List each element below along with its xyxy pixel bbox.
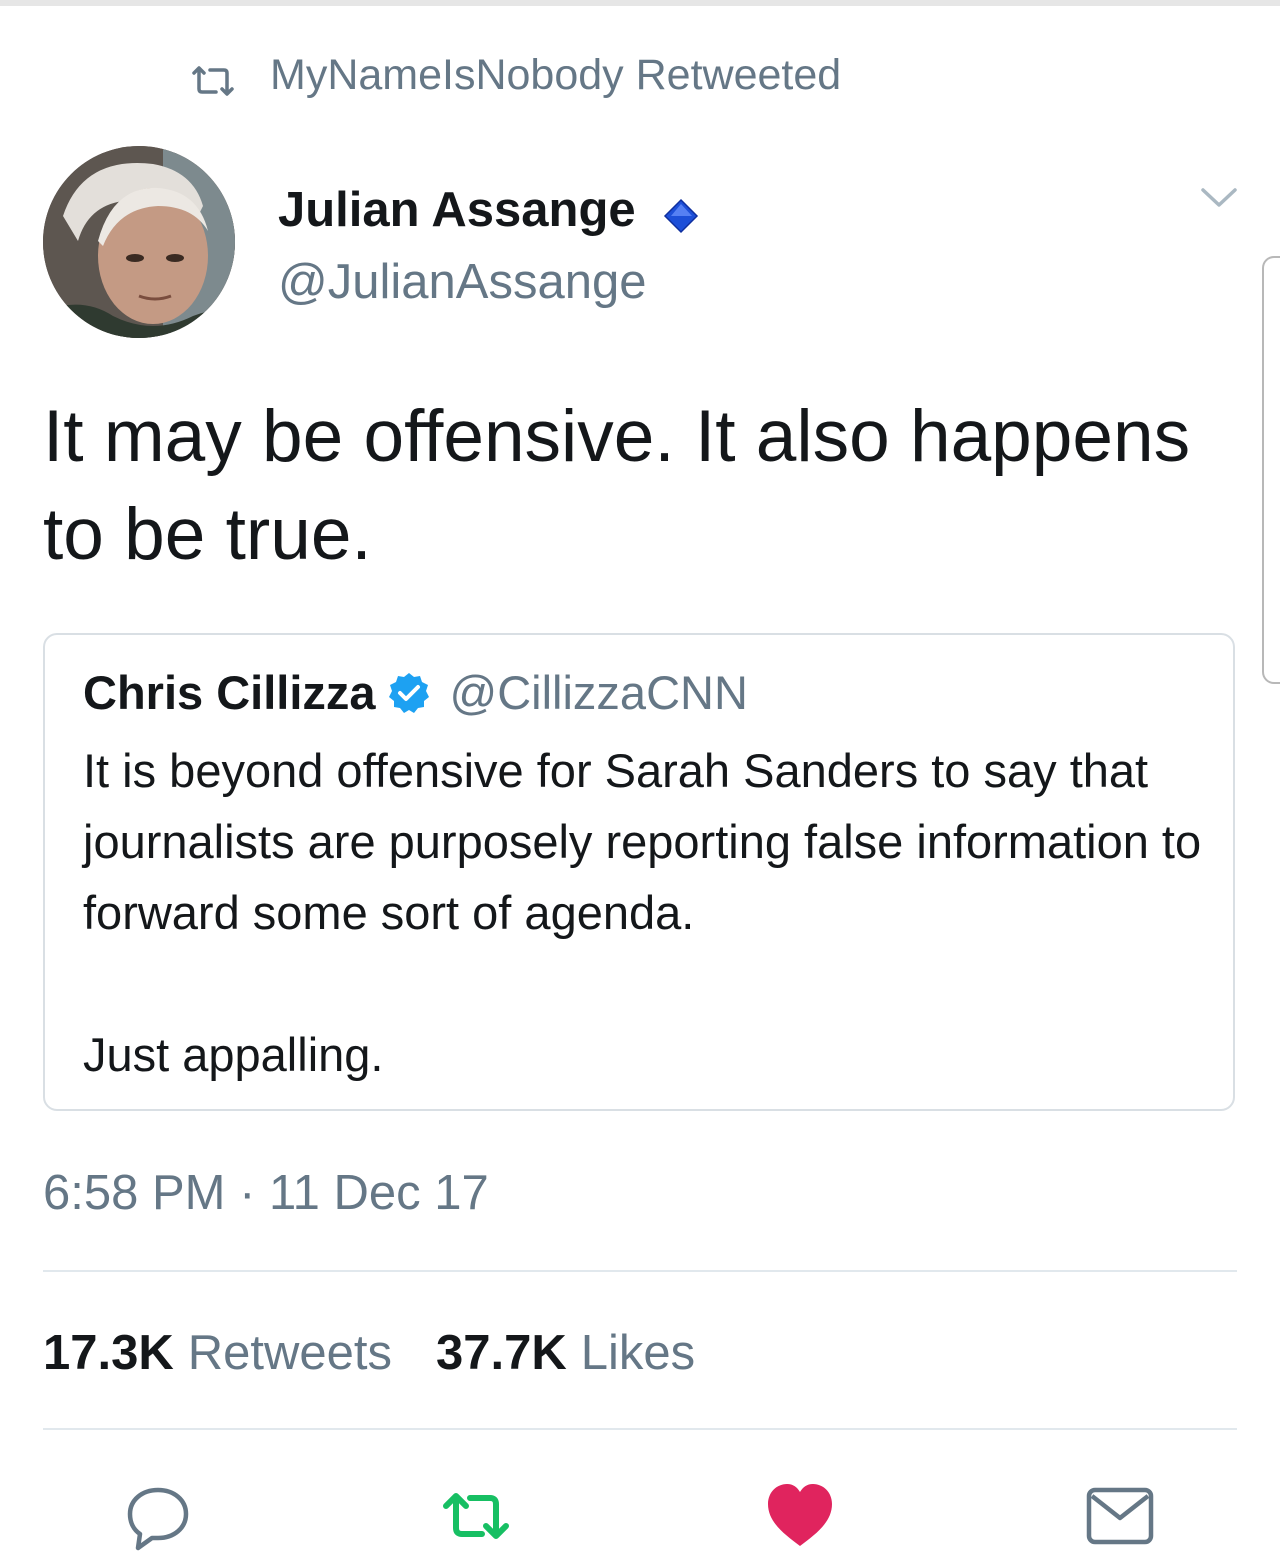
- quoted-tweet-paragraph: It is beyond offensive for Sarah Sanders…: [83, 744, 1202, 939]
- reply-button[interactable]: [122, 1480, 194, 1552]
- tweet-detail-page: MyNameIsNobody Retweeted Julian Assange …: [0, 0, 1280, 1557]
- author-name-row[interactable]: Julian Assange: [278, 182, 700, 238]
- scroll-handle[interactable]: [1262, 256, 1280, 684]
- tweet-stats: 17.3K Retweets 37.7K Likes: [43, 1325, 695, 1381]
- retweets-stat[interactable]: 17.3K Retweets: [43, 1325, 392, 1381]
- divider: [43, 1270, 1237, 1272]
- quoted-tweet-paragraph: Just appalling.: [83, 1028, 384, 1081]
- heart-icon: [764, 1480, 836, 1552]
- action-bar: [0, 1480, 1280, 1552]
- retweet-context-text: MyNameIsNobody Retweeted: [270, 50, 842, 99]
- likes-stat[interactable]: 37.7K Likes: [436, 1325, 695, 1381]
- chevron-down-icon[interactable]: [1198, 180, 1240, 214]
- quoted-tweet-header: Chris Cillizza @CillizzaCNN: [83, 665, 748, 720]
- mail-icon: [1084, 1480, 1156, 1552]
- quoted-tweet[interactable]: Chris Cillizza @CillizzaCNN It is beyond…: [43, 633, 1235, 1111]
- author-handle[interactable]: @JulianAssange: [278, 254, 646, 310]
- top-divider: [0, 0, 1280, 6]
- retweet-icon: [190, 59, 236, 96]
- retweets-label: Retweets: [187, 1326, 393, 1380]
- tweet-timestamp: 6:58 PM · 11 Dec 17: [43, 1166, 489, 1220]
- retweets-count: 17.3K: [43, 1326, 174, 1380]
- verified-badge-icon: [386, 670, 432, 716]
- like-button[interactable]: [764, 1480, 836, 1552]
- tweet-text: It may be offensive. It also happens to …: [43, 396, 1191, 575]
- quoted-tweet-text: It is beyond offensive for Sarah Sanders…: [83, 735, 1213, 1090]
- reply-icon: [122, 1480, 194, 1552]
- quoted-author-name: Chris Cillizza: [83, 666, 376, 719]
- direct-message-button[interactable]: [1084, 1480, 1156, 1552]
- retweet-icon: [440, 1480, 512, 1552]
- divider: [43, 1428, 1237, 1430]
- avatar[interactable]: [43, 146, 235, 338]
- likes-count: 37.7K: [436, 1326, 567, 1380]
- retweet-context[interactable]: MyNameIsNobody Retweeted: [190, 50, 841, 100]
- likes-label: Likes: [580, 1326, 696, 1380]
- diamond-icon: [662, 191, 700, 234]
- retweet-button[interactable]: [440, 1480, 512, 1552]
- author-name: Julian Assange: [278, 183, 636, 237]
- quoted-author-handle: @CillizzaCNN: [449, 666, 748, 719]
